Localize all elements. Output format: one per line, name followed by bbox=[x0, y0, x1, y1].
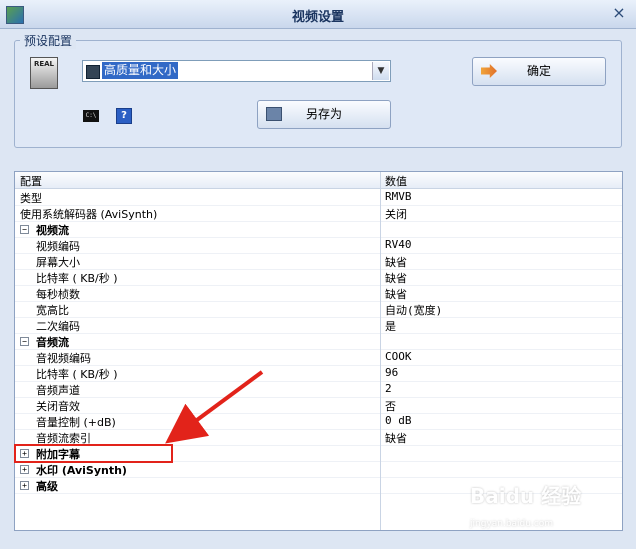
config-label: 类型 bbox=[20, 192, 42, 205]
config-label: 比特率 ( KB/秒 ) bbox=[36, 272, 118, 285]
table-row[interactable]: 比特率 ( KB/秒 ) 缺省 bbox=[15, 269, 622, 286]
window-title: 视频设置 bbox=[291, 10, 344, 25]
config-value[interactable]: 2 bbox=[385, 382, 392, 395]
config-value[interactable]: RV40 bbox=[385, 238, 412, 251]
config-value[interactable]: 缺省 bbox=[385, 254, 407, 270]
floppy-disk-icon bbox=[266, 107, 282, 121]
video-settings-dialog: 视频设置 × 预设配置 REAL 高质量和大小 ▼ 确定 C:\ ? 另存为 配… bbox=[0, 0, 636, 549]
save-as-button-label: 另存为 bbox=[305, 107, 342, 121]
command-line-icon[interactable]: C:\ bbox=[83, 110, 99, 122]
table-row[interactable]: 每秒桢数 缺省 bbox=[15, 285, 622, 302]
section-label: 高级 bbox=[36, 480, 58, 493]
table-row[interactable]: 关闭音效 否 bbox=[15, 397, 622, 414]
table-row[interactable]: 视频编码 RV40 bbox=[15, 237, 622, 254]
config-label: 音量控制 (+dB) bbox=[36, 416, 116, 429]
config-value[interactable]: COOK bbox=[385, 350, 412, 363]
table-row[interactable]: 音视频编码 COOK bbox=[15, 349, 622, 366]
real-media-icon: REAL bbox=[30, 57, 58, 89]
section-row[interactable]: + 水印 (AviSynth) bbox=[15, 461, 622, 478]
section-label: 视频流 bbox=[36, 224, 69, 237]
film-icon bbox=[86, 65, 100, 79]
table-row[interactable]: 宽高比 自动(宽度) bbox=[15, 301, 622, 318]
config-value[interactable]: 否 bbox=[385, 398, 396, 414]
table-row[interactable]: 屏幕大小 缺省 bbox=[15, 253, 622, 270]
collapse-icon[interactable]: − bbox=[20, 337, 29, 346]
config-value[interactable]: 是 bbox=[385, 318, 396, 334]
table-row[interactable]: 音量控制 (+dB) 0 dB bbox=[15, 413, 622, 430]
config-label: 使用系统解码器 (AviSynth) bbox=[20, 208, 158, 221]
ok-button[interactable]: 确定 bbox=[472, 57, 606, 86]
baidu-watermark: Baidu 经验 jingyan.baidu.com bbox=[470, 484, 582, 529]
config-value[interactable]: 缺省 bbox=[385, 286, 407, 302]
settings-grid[interactable]: 配置 数值 类型 RMVB 使用系统解码器 (AviSynth) 关闭 − 视频流 视频编码… bbox=[14, 171, 623, 531]
column-divider bbox=[380, 172, 381, 530]
title-bar: 视频设置 × bbox=[0, 0, 636, 29]
config-value[interactable]: RMVB bbox=[385, 190, 412, 203]
config-value[interactable]: 96 bbox=[385, 366, 398, 379]
section-row[interactable]: − 音频流 bbox=[15, 333, 622, 350]
highlight-annotation-box bbox=[14, 444, 173, 463]
config-value[interactable]: 0 dB bbox=[385, 414, 412, 427]
table-row[interactable]: 使用系统解码器 (AviSynth) 关闭 bbox=[15, 205, 622, 222]
help-icon[interactable]: ? bbox=[116, 108, 132, 124]
config-label: 每秒桢数 bbox=[36, 288, 80, 301]
preset-group-label: 预设配置 bbox=[20, 32, 77, 49]
config-value[interactable]: 缺省 bbox=[385, 270, 407, 286]
close-icon[interactable]: × bbox=[610, 4, 628, 22]
expand-icon[interactable]: + bbox=[20, 465, 29, 474]
arrow-right-icon bbox=[481, 64, 497, 78]
expand-icon[interactable]: + bbox=[20, 481, 29, 490]
grid-header: 配置 数值 bbox=[15, 172, 622, 189]
chevron-down-icon[interactable]: ▼ bbox=[372, 62, 389, 80]
table-row[interactable]: 音频声道 2 bbox=[15, 381, 622, 398]
collapse-icon[interactable]: − bbox=[20, 225, 29, 234]
config-label: 宽高比 bbox=[36, 304, 69, 317]
table-row[interactable]: 类型 RMVB bbox=[15, 189, 622, 206]
section-label: 音频流 bbox=[36, 336, 69, 349]
save-as-button[interactable]: 另存为 bbox=[257, 100, 391, 129]
column-header-config: 配置 bbox=[20, 175, 42, 188]
config-label: 关闭音效 bbox=[36, 400, 80, 413]
config-label: 视频编码 bbox=[36, 240, 80, 253]
config-label: 音频声道 bbox=[36, 384, 80, 397]
table-row[interactable]: 比特率 ( KB/秒 ) 96 bbox=[15, 365, 622, 382]
config-value[interactable]: 关闭 bbox=[385, 206, 407, 222]
ok-button-label: 确定 bbox=[526, 64, 551, 78]
table-row[interactable]: 二次编码 是 bbox=[15, 317, 622, 334]
section-label: 水印 (AviSynth) bbox=[36, 464, 127, 477]
config-label: 二次编码 bbox=[36, 320, 80, 333]
config-value[interactable]: 自动(宽度) bbox=[385, 302, 442, 318]
config-label: 音视频编码 bbox=[36, 352, 91, 365]
preset-selected-value: 高质量和大小 bbox=[102, 62, 179, 79]
config-value[interactable]: 缺省 bbox=[385, 430, 407, 446]
preset-dropdown[interactable]: 高质量和大小 ▼ bbox=[82, 60, 391, 82]
config-label: 屏幕大小 bbox=[36, 256, 80, 269]
section-row[interactable]: − 视频流 bbox=[15, 221, 622, 238]
config-label: 比特率 ( KB/秒 ) bbox=[36, 368, 118, 381]
column-header-value: 数值 bbox=[385, 175, 407, 188]
